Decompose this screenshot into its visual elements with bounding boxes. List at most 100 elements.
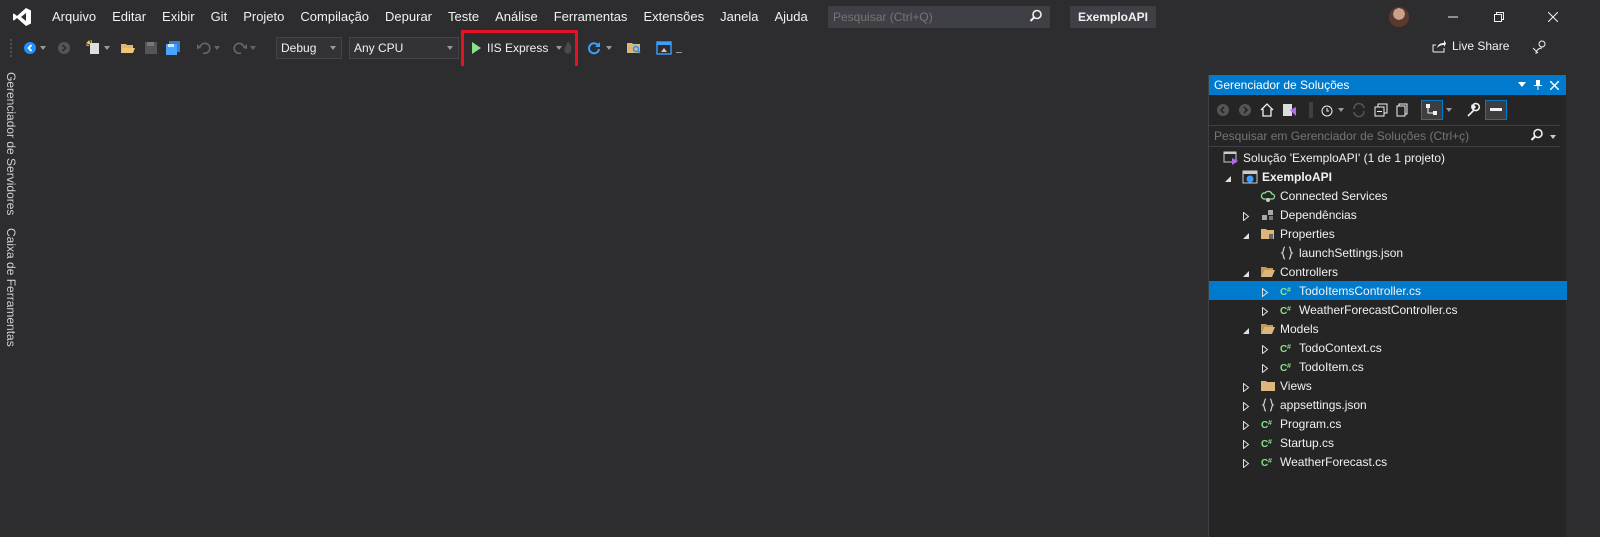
toolbox-tab[interactable]: Caixa de Ferramentas [4,228,18,347]
chevron-down-icon [214,46,220,50]
expanded-triangle-icon[interactable] [1242,324,1250,334]
menu-item-janela[interactable]: Janela [712,0,766,34]
collapsed-triangle-icon[interactable] [1261,305,1269,317]
tree-item[interactable]: appsettings.json [1209,395,1567,414]
forward-button[interactable] [1237,102,1253,118]
preview-selected-items-toggle[interactable] [1421,100,1443,120]
chevron-down-icon[interactable] [1550,135,1556,139]
solution-explorer-panel: Gerenciador de Soluções Solução [1208,75,1567,537]
browser-link-button[interactable] [656,38,682,58]
back-button[interactable] [1215,102,1231,118]
refresh-button[interactable] [586,38,612,58]
tree-item[interactable]: Dependências [1209,205,1567,224]
tree-item[interactable]: Views [1209,376,1567,395]
toolbar-overflow-icon[interactable] [676,51,682,53]
live-share-button[interactable]: Live Share [1432,39,1509,53]
properties-button[interactable] [1465,102,1481,118]
menu-item-extensoes[interactable]: Extensões [635,0,712,34]
navigate-forward-button[interactable] [56,38,72,58]
collapsed-triangle-icon[interactable] [1242,400,1250,412]
tree-item[interactable]: C # TodoContext.cs [1209,338,1567,357]
window-position-dropdown[interactable] [1515,78,1529,92]
tree-item[interactable]: C # Startup.cs [1209,433,1567,452]
preview-dropdown[interactable] [1445,102,1453,118]
tree-item[interactable]: C # Program.cs [1209,414,1567,433]
tree-item[interactable]: C # TodoItem.cs [1209,357,1567,376]
avatar[interactable] [1389,7,1409,27]
collapsed-triangle-icon[interactable] [1261,343,1269,355]
preview-pane-toggle[interactable] [1485,100,1507,120]
server-explorer-tab[interactable]: Gerenciador de Servidores [4,72,18,215]
tree-item[interactable]: Controllers [1209,262,1567,281]
tree-item[interactable]: Properties [1209,224,1567,243]
menu-item-git[interactable]: Git [203,0,236,34]
menu-item-ajuda[interactable]: Ajuda [766,0,815,34]
quick-search-input[interactable] [833,10,1023,24]
save-button[interactable] [143,38,159,58]
undo-button[interactable] [196,38,220,58]
collapse-all-button[interactable] [1373,102,1389,118]
tree-item[interactable]: C # WeatherForecast.cs [1209,452,1567,471]
menu-item-compilacao[interactable]: Compilação [292,0,377,34]
navigate-back-button[interactable] [22,38,46,58]
solution-configurations-dropdown[interactable]: Debug [276,37,342,59]
auto-hide-pin-button[interactable] [1531,78,1545,92]
search-icon[interactable] [1029,9,1043,26]
tree-item-label: WeatherForecastController.cs [1299,302,1458,317]
open-file-button[interactable] [120,38,136,58]
csharp-file-icon: C # [1279,340,1295,356]
find-in-files-button[interactable] [626,38,642,58]
restore-button[interactable] [1476,0,1522,34]
menu-item-exibir[interactable]: Exibir [154,0,203,34]
switch-views-button[interactable] [1281,102,1297,118]
expanded-triangle-icon[interactable] [1224,172,1232,182]
tree-item[interactable]: Models [1209,319,1567,338]
collapsed-triangle-icon[interactable] [1261,286,1269,298]
toolbar-grip[interactable] [9,38,13,58]
tree-item[interactable]: C # WeatherForecastController.cs [1209,300,1567,319]
feedback-button[interactable] [1532,39,1548,58]
collapsed-triangle-icon[interactable] [1242,381,1250,393]
expanded-triangle-icon[interactable] [1242,267,1250,277]
solution-platforms-dropdown[interactable]: Any CPU [349,37,459,59]
collapsed-triangle-icon[interactable] [1242,419,1250,431]
minimize-button[interactable] [1430,0,1476,34]
solution-explorer-search[interactable] [1209,125,1560,147]
save-all-button[interactable] [165,38,181,58]
search-icon[interactable] [1530,128,1544,148]
tree-item[interactable]: Connected Services [1209,186,1567,205]
tree-item[interactable]: Solução 'ExemploAPI' (1 de 1 projeto) [1209,148,1567,167]
chevron-down-icon [40,46,46,50]
close-button[interactable] [1530,0,1576,34]
sync-with-document-button[interactable] [1351,102,1367,118]
quick-search-box[interactable] [828,6,1050,28]
tree-item[interactable]: ExemploAPI [1209,167,1567,186]
left-tool-window-rail: Gerenciador de Servidores Caixa de Ferra… [0,66,24,537]
collapsed-triangle-icon[interactable] [1242,457,1250,469]
menu-item-teste[interactable]: Teste [440,0,487,34]
visual-studio-logo-icon[interactable] [0,0,44,34]
expanded-triangle-icon[interactable] [1242,229,1250,239]
filter-dropdown[interactable] [1337,102,1345,118]
menu-item-depurar[interactable]: Depurar [377,0,440,34]
menu-item-editar[interactable]: Editar [104,0,154,34]
close-icon [1548,12,1558,22]
tree-item[interactable]: launchSettings.json [1209,243,1567,262]
home-button[interactable] [1259,102,1275,118]
solution-explorer-search-input[interactable] [1214,129,1514,143]
tree-item[interactable]: C # TodoItemsController.cs [1209,281,1567,300]
redo-button[interactable] [232,38,256,58]
menu-item-arquivo[interactable]: Arquivo [44,0,104,34]
menu-item-ferramentas[interactable]: Ferramentas [546,0,636,34]
switch-views-icon [1283,104,1296,116]
collapsed-triangle-icon[interactable] [1261,362,1269,374]
solution-explorer-title-bar[interactable]: Gerenciador de Soluções [1209,75,1566,95]
new-item-button[interactable] [86,38,110,58]
show-all-files-button[interactable] [1395,102,1411,118]
menu-item-analise[interactable]: Análise [487,0,546,34]
collapsed-triangle-icon[interactable] [1242,438,1250,450]
menu-item-projeto[interactable]: Projeto [235,0,292,34]
collapsed-triangle-icon[interactable] [1242,210,1250,222]
close-panel-button[interactable] [1547,78,1561,92]
pending-changes-filter-button[interactable] [1319,102,1335,118]
